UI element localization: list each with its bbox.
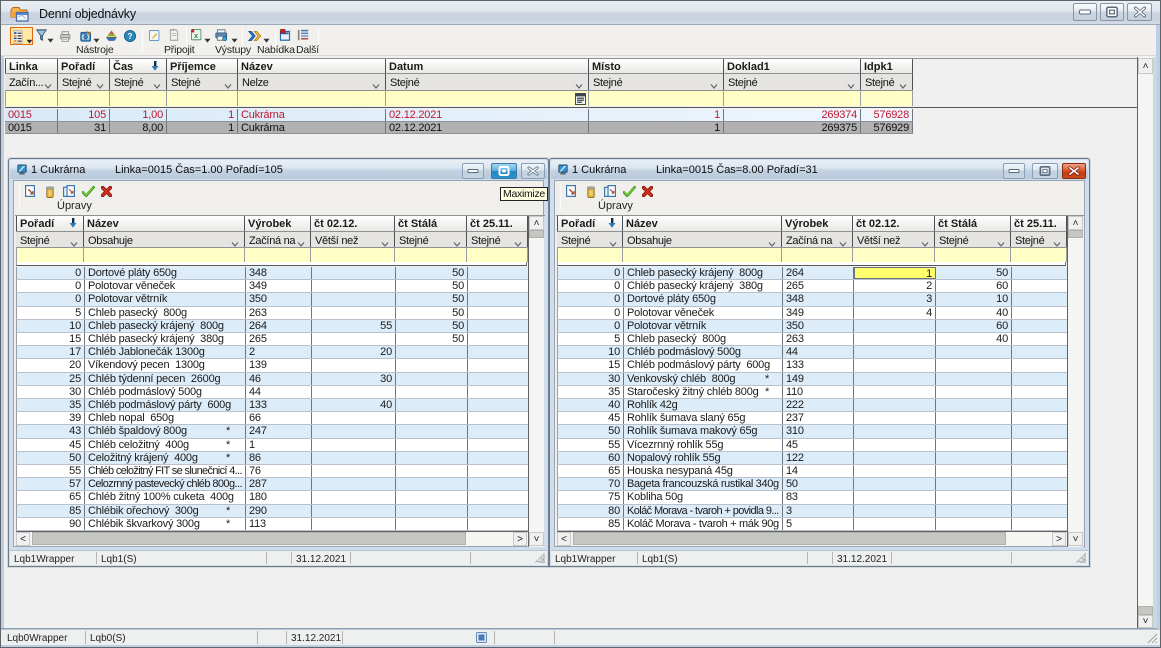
svg-text:x: x [194,31,198,40]
svg-text:?: ? [127,31,132,41]
